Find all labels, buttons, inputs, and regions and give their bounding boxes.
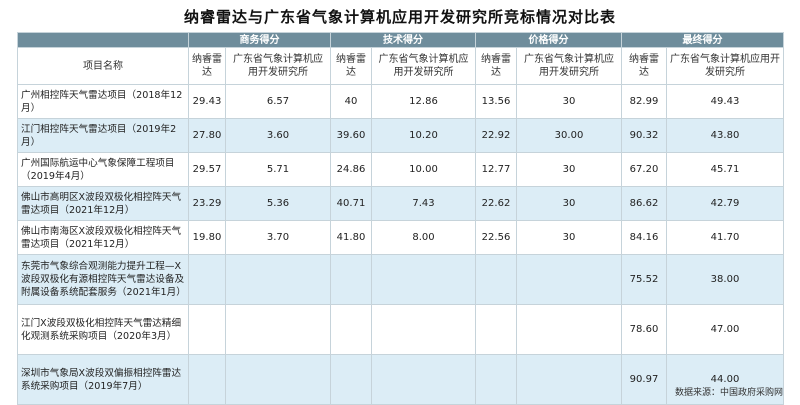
score-cell: 19.80 [188, 220, 226, 255]
score-cell: 86.62 [621, 186, 667, 221]
score-cell: 82.99 [621, 84, 667, 119]
sub-header-a: 纳睿雷达 [475, 47, 517, 85]
sub-header-a: 纳睿雷达 [188, 47, 226, 85]
score-cell: 30 [516, 220, 622, 255]
score-cell: 23.29 [188, 186, 226, 221]
sub-header-a: 纳睿雷达 [621, 47, 667, 85]
score-cell: 43.80 [666, 118, 784, 153]
comparison-table: 商务得分 技术得分 价格得分 最终得分 项目名称 纳睿雷达 广东省气象计算机应用… [17, 32, 784, 405]
sub-header-row: 项目名称 纳睿雷达 广东省气象计算机应用开发研究所 纳睿雷达 广东省气象计算机应… [17, 47, 784, 85]
table-row: 佛山市高明区X波段双极化相控阵天气雷达项目（2021年12月） 23.29 5.36… [17, 186, 784, 221]
score-cell [225, 304, 331, 355]
final-score-header: 最终得分 [621, 32, 784, 48]
sub-header-b: 广东省气象计算机应用开发研究所 [225, 47, 331, 85]
table-row: 江门X波段双极化相控阵天气雷达精细化观测系统采购项目（2020年3月） 78.60… [17, 304, 784, 355]
table-row: 佛山市南海区X波段双极化相控阵天气雷达项目（2021年12月） 19.80 3.70… [17, 220, 784, 255]
score-cell: 30 [516, 186, 622, 221]
score-cell [516, 304, 622, 355]
score-cell: 10.20 [371, 118, 476, 153]
score-cell [371, 354, 476, 405]
project-name-cell: 东莞市气象综合观测能力提升工程—X波段双极化有源相控阵天气雷达设备及附属设备系统… [17, 254, 189, 305]
data-source-note: 数据来源：中国政府采购网 [674, 388, 783, 398]
score-cell: 38.00 [666, 254, 784, 305]
score-cell [188, 304, 226, 355]
sub-header-b: 广东省气象计算机应用开发研究所 [371, 47, 476, 85]
score-cell [188, 354, 226, 405]
project-name-header: 项目名称 [17, 47, 189, 85]
table-row: 江门相控阵天气雷达项目（2019年2月） 27.80 3.60 39.60 10.20 2… [17, 118, 784, 153]
score-cell: 8.00 [371, 220, 476, 255]
score-cell [330, 254, 372, 305]
group-header-row: 商务得分 技术得分 价格得分 最终得分 [17, 32, 784, 48]
score-cell: 42.79 [666, 186, 784, 221]
score-cell: 67.20 [621, 152, 667, 187]
score-cell [188, 254, 226, 305]
score-cell: 27.80 [188, 118, 226, 153]
score-cell: 3.70 [225, 220, 331, 255]
score-cell [330, 354, 372, 405]
project-header-corner [17, 32, 189, 48]
score-cell: 6.57 [225, 84, 331, 119]
score-cell: 7.43 [371, 186, 476, 221]
score-cell [371, 254, 476, 305]
score-cell [516, 354, 622, 405]
score-cell [475, 304, 517, 355]
score-cell [475, 354, 517, 405]
project-name-cell: 深圳市气象局X波段双偏振相控阵雷达系统采购项目（2019年7月） [17, 354, 189, 405]
score-cell: 40 [330, 84, 372, 119]
table-row: 深圳市气象局X波段双偏振相控阵雷达系统采购项目（2019年7月） 90.97 44.… [17, 354, 784, 405]
sub-header-a: 纳睿雷达 [330, 47, 372, 85]
score-cell: 30.00 [516, 118, 622, 153]
score-cell: 47.00 [666, 304, 784, 355]
score-cell [225, 254, 331, 305]
score-cell: 30 [516, 152, 622, 187]
score-cell: 30 [516, 84, 622, 119]
score-cell: 22.92 [475, 118, 517, 153]
score-cell: 3.60 [225, 118, 331, 153]
project-name-cell: 广州国际航运中心气象保障工程项目（2019年4月） [17, 152, 189, 187]
project-name-cell: 江门相控阵天气雷达项目（2019年2月） [17, 118, 189, 153]
score-cell [225, 354, 331, 405]
score-cell: 49.43 [666, 84, 784, 119]
score-cell: 90.32 [621, 118, 667, 153]
score-cell [371, 304, 476, 355]
score-cell: 24.86 [330, 152, 372, 187]
price-score-header: 价格得分 [475, 32, 622, 48]
table-row: 东莞市气象综合观测能力提升工程—X波段双极化有源相控阵天气雷达设备及附属设备系统… [17, 254, 784, 305]
score-cell: 75.52 [621, 254, 667, 305]
score-cell [516, 254, 622, 305]
score-cell: 40.71 [330, 186, 372, 221]
table-title: 纳睿雷达与广东省气象计算机应用开发研究所竞标情况对比表 [183, 8, 616, 26]
score-cell: 10.00 [371, 152, 476, 187]
score-cell: 41.70 [666, 220, 784, 255]
score-cell: 22.56 [475, 220, 517, 255]
score-cell: 29.43 [188, 84, 226, 119]
score-cell: 41.80 [330, 220, 372, 255]
score-cell: 12.86 [371, 84, 476, 119]
score-cell: 45.71 [666, 152, 784, 187]
business-score-header: 商务得分 [188, 32, 331, 48]
score-cell: 90.97 [621, 354, 667, 405]
score-cell: 29.57 [188, 152, 226, 187]
score-cell: 12.77 [475, 152, 517, 187]
project-name-cell: 广州相控阵天气雷达项目（2018年12月） [17, 84, 189, 119]
score-cell: 5.71 [225, 152, 331, 187]
score-cell: 13.56 [475, 84, 517, 119]
score-cell: 22.62 [475, 186, 517, 221]
score-cell [475, 254, 517, 305]
score-cell: 39.60 [330, 118, 372, 153]
project-name-cell: 佛山市南海区X波段双极化相控阵天气雷达项目（2021年12月） [17, 220, 189, 255]
sub-header-b: 广东省气象计算机应用开发研究所 [516, 47, 622, 85]
project-name-cell: 江门X波段双极化相控阵天气雷达精细化观测系统采购项目（2020年3月） [17, 304, 189, 355]
project-name-cell: 佛山市高明区X波段双极化相控阵天气雷达项目（2021年12月） [17, 186, 189, 221]
score-cell: 84.16 [621, 220, 667, 255]
sub-header-b: 广东省气象计算机应用开发研究所 [666, 47, 784, 85]
technical-score-header: 技术得分 [330, 32, 476, 48]
score-cell: 5.36 [225, 186, 331, 221]
score-cell [330, 304, 372, 355]
score-cell: 78.60 [621, 304, 667, 355]
table-row: 广州国际航运中心气象保障工程项目（2019年4月） 29.57 5.71 24.86 1… [17, 152, 784, 187]
table-row: 广州相控阵天气雷达项目（2018年12月） 29.43 6.57 40 12.86 13.… [17, 84, 784, 119]
